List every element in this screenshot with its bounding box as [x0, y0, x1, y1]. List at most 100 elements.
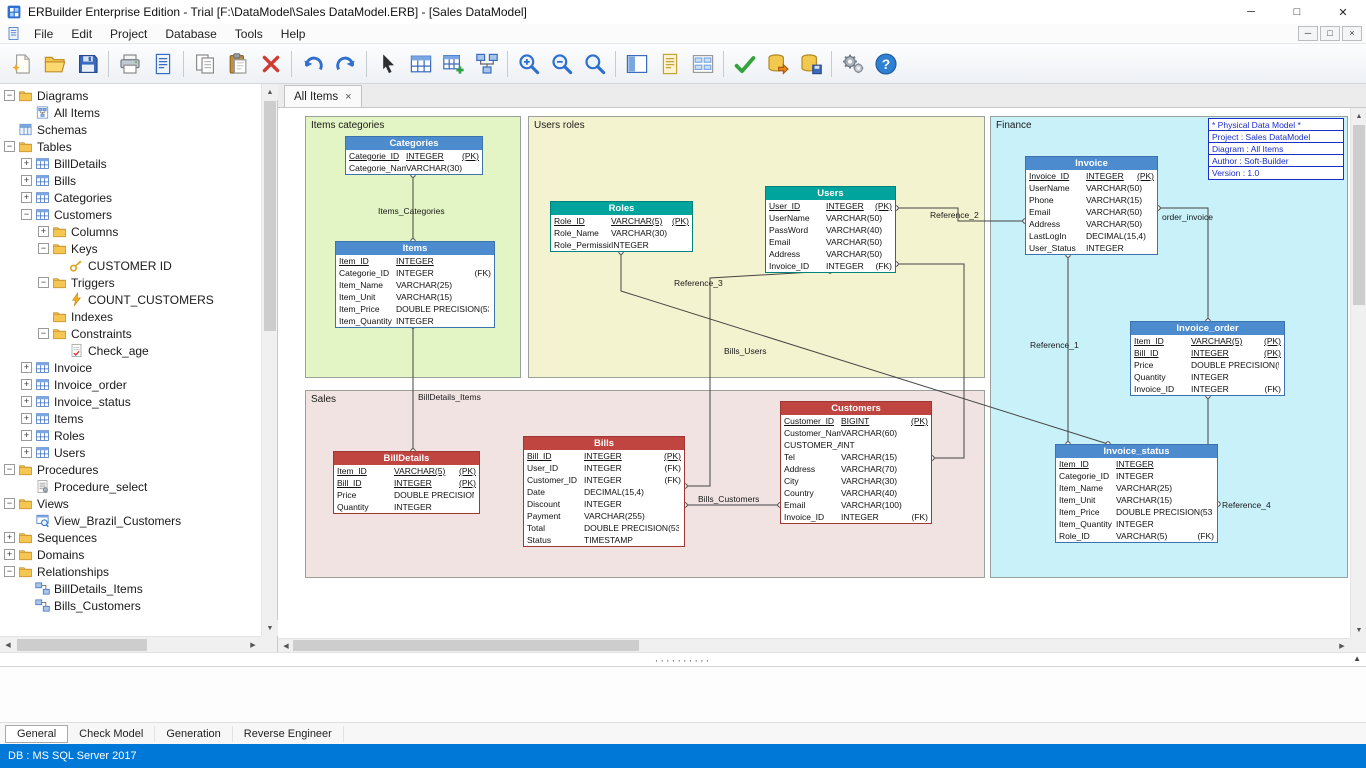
tree-vscroll-thumb[interactable] — [264, 101, 276, 331]
collapse-toggle[interactable]: − — [21, 209, 32, 220]
table-invoice[interactable]: Invoice Invoice_IDINTEGER(PK) UserNameVA… — [1025, 156, 1158, 255]
expand-toggle[interactable]: + — [21, 447, 32, 458]
tree-hscroll-thumb[interactable] — [17, 639, 147, 651]
save-database-button[interactable] — [794, 47, 827, 80]
scroll-right-icon[interactable]: ▶ — [1334, 639, 1350, 652]
diagram-canvas[interactable]: Items categories Users roles Finance Sal… — [278, 108, 1350, 638]
scroll-down-icon[interactable]: ▼ — [262, 620, 278, 636]
scroll-left-icon[interactable]: ◀ — [0, 637, 16, 653]
help-button[interactable]: ? — [869, 47, 902, 80]
table-billdetails[interactable]: BillDetails Item_IDVARCHAR(5)(PK) Bill_I… — [333, 451, 480, 514]
bottom-tab-general[interactable]: General — [5, 725, 68, 743]
tree-item-constraints[interactable]: −Constraints — [0, 325, 261, 342]
collapse-panel-icon[interactable]: ▲ — [1353, 654, 1361, 663]
pointer-button[interactable] — [371, 47, 404, 80]
expand-toggle[interactable]: + — [21, 413, 32, 424]
bottom-tab-reverse-engineer[interactable]: Reverse Engineer — [233, 726, 344, 742]
expand-toggle[interactable]: + — [21, 430, 32, 441]
collapse-toggle[interactable]: − — [38, 243, 49, 254]
tree-item-users[interactable]: +Users — [0, 444, 261, 461]
menu-help[interactable]: Help — [272, 24, 315, 44]
tree-item-billdetails-items[interactable]: BillDetails_Items — [0, 580, 261, 597]
tree-item-invoice[interactable]: +Invoice — [0, 359, 261, 376]
menu-tools[interactable]: Tools — [226, 24, 272, 44]
tree-item-indexes[interactable]: Indexes — [0, 308, 261, 325]
expand-toggle[interactable]: + — [21, 158, 32, 169]
tree-item-procedure-select[interactable]: Procedure_select — [0, 478, 261, 495]
mdi-minimize-button[interactable]: ─ — [1298, 26, 1318, 41]
tree-item-count-customers[interactable]: COUNT_CUSTOMERS — [0, 291, 261, 308]
expand-toggle[interactable]: + — [4, 549, 15, 560]
tree-item-billdetails[interactable]: +BillDetails — [0, 155, 261, 172]
tree-item-customers[interactable]: −Customers — [0, 206, 261, 223]
menu-file[interactable]: File — [25, 24, 62, 44]
save-button[interactable] — [71, 47, 104, 80]
collapse-toggle[interactable]: − — [4, 141, 15, 152]
table-add-button[interactable] — [437, 47, 470, 80]
table-categories[interactable]: Categories Categorie_IDINTEGER(PK) Categ… — [345, 136, 483, 175]
tree-item-diagrams[interactable]: −Diagrams — [0, 87, 261, 104]
expand-toggle[interactable]: + — [38, 226, 49, 237]
mdi-close-button[interactable]: × — [1342, 26, 1362, 41]
menu-edit[interactable]: Edit — [62, 24, 101, 44]
note-box[interactable]: * Physical Data Model *Project : Sales D… — [1208, 118, 1344, 180]
expand-toggle[interactable]: + — [21, 396, 32, 407]
scroll-left-icon[interactable]: ◀ — [278, 639, 294, 652]
zoom-out-button[interactable] — [545, 47, 578, 80]
canvas-vscroll-thumb[interactable] — [1353, 125, 1365, 305]
tree-item-schemas[interactable]: Schemas — [0, 121, 261, 138]
table-customers[interactable]: Customers Customer_IDBIGINT(PK) Customer… — [780, 401, 932, 524]
maximize-button[interactable]: □ — [1274, 0, 1320, 24]
expand-toggle[interactable]: + — [21, 175, 32, 186]
expand-toggle[interactable]: + — [4, 532, 15, 543]
tree-item-views[interactable]: −Views — [0, 495, 261, 512]
tree-item-categories[interactable]: +Categories — [0, 189, 261, 206]
collapse-toggle[interactable]: − — [4, 566, 15, 577]
tree-horizontal-scrollbar[interactable]: ◀ ▶ — [0, 636, 261, 652]
tree-item-check-age[interactable]: Check_age — [0, 342, 261, 359]
menu-project[interactable]: Project — [101, 24, 156, 44]
tree-item-items[interactable]: +Items — [0, 410, 261, 427]
settings-button[interactable] — [836, 47, 869, 80]
tree-item-invoice-order[interactable]: +Invoice_order — [0, 376, 261, 393]
minimize-button[interactable]: ─ — [1228, 0, 1274, 24]
paste-button[interactable] — [221, 47, 254, 80]
diagram-objects-button[interactable] — [470, 47, 503, 80]
tree-item-procedures[interactable]: −Procedures — [0, 461, 261, 478]
copy-button[interactable] — [188, 47, 221, 80]
grid-view-button[interactable] — [686, 47, 719, 80]
collapse-toggle[interactable]: − — [4, 464, 15, 475]
collapse-toggle[interactable]: − — [4, 90, 15, 101]
scroll-up-icon[interactable]: ▲ — [1351, 108, 1366, 124]
table-users[interactable]: Users User_IDINTEGER(PK) UserNameVARCHAR… — [765, 186, 896, 273]
scroll-up-icon[interactable]: ▲ — [262, 84, 278, 100]
tab-close-icon[interactable]: × — [345, 91, 351, 103]
tree-item-sequences[interactable]: +Sequences — [0, 529, 261, 546]
table-items[interactable]: Items Item_IDINTEGER Categorie_IDINTEGER… — [335, 241, 495, 328]
redo-button[interactable] — [329, 47, 362, 80]
print-button[interactable] — [113, 47, 146, 80]
mdi-restore-button[interactable]: □ — [1320, 26, 1340, 41]
tree-item-bills[interactable]: +Bills — [0, 172, 261, 189]
tree-item-bills-customers[interactable]: Bills_Customers — [0, 597, 261, 614]
model-views-button[interactable] — [620, 47, 653, 80]
tab-all-items[interactable]: All Items × — [284, 85, 362, 107]
canvas-hscroll-thumb[interactable] — [293, 640, 639, 651]
bottom-tab-check-model[interactable]: Check Model — [68, 726, 155, 742]
table-roles[interactable]: Roles Role_IDVARCHAR(5)(PK) Role_NameVAR… — [550, 201, 693, 252]
tree-item-relationships[interactable]: −Relationships — [0, 563, 261, 580]
tree-vertical-scrollbar[interactable]: ▲ ▼ — [261, 84, 277, 636]
tree-item-domains[interactable]: +Domains — [0, 546, 261, 563]
tree-item-tables[interactable]: −Tables — [0, 138, 261, 155]
tree-item-triggers[interactable]: −Triggers — [0, 274, 261, 291]
scroll-down-icon[interactable]: ▼ — [1351, 622, 1366, 638]
generate-database-button[interactable] — [761, 47, 794, 80]
splitter-handle[interactable]: ·········· ▲ — [0, 652, 1366, 666]
expand-toggle[interactable]: + — [21, 362, 32, 373]
table-invoice-order[interactable]: Invoice_order Item_IDVARCHAR(5)(PK) Bill… — [1130, 321, 1285, 396]
tree-item-customer-id[interactable]: CUSTOMER ID — [0, 257, 261, 274]
open-button[interactable] — [38, 47, 71, 80]
collapse-toggle[interactable]: − — [38, 277, 49, 288]
delete-button[interactable] — [254, 47, 287, 80]
zoom-in-button[interactable] — [512, 47, 545, 80]
